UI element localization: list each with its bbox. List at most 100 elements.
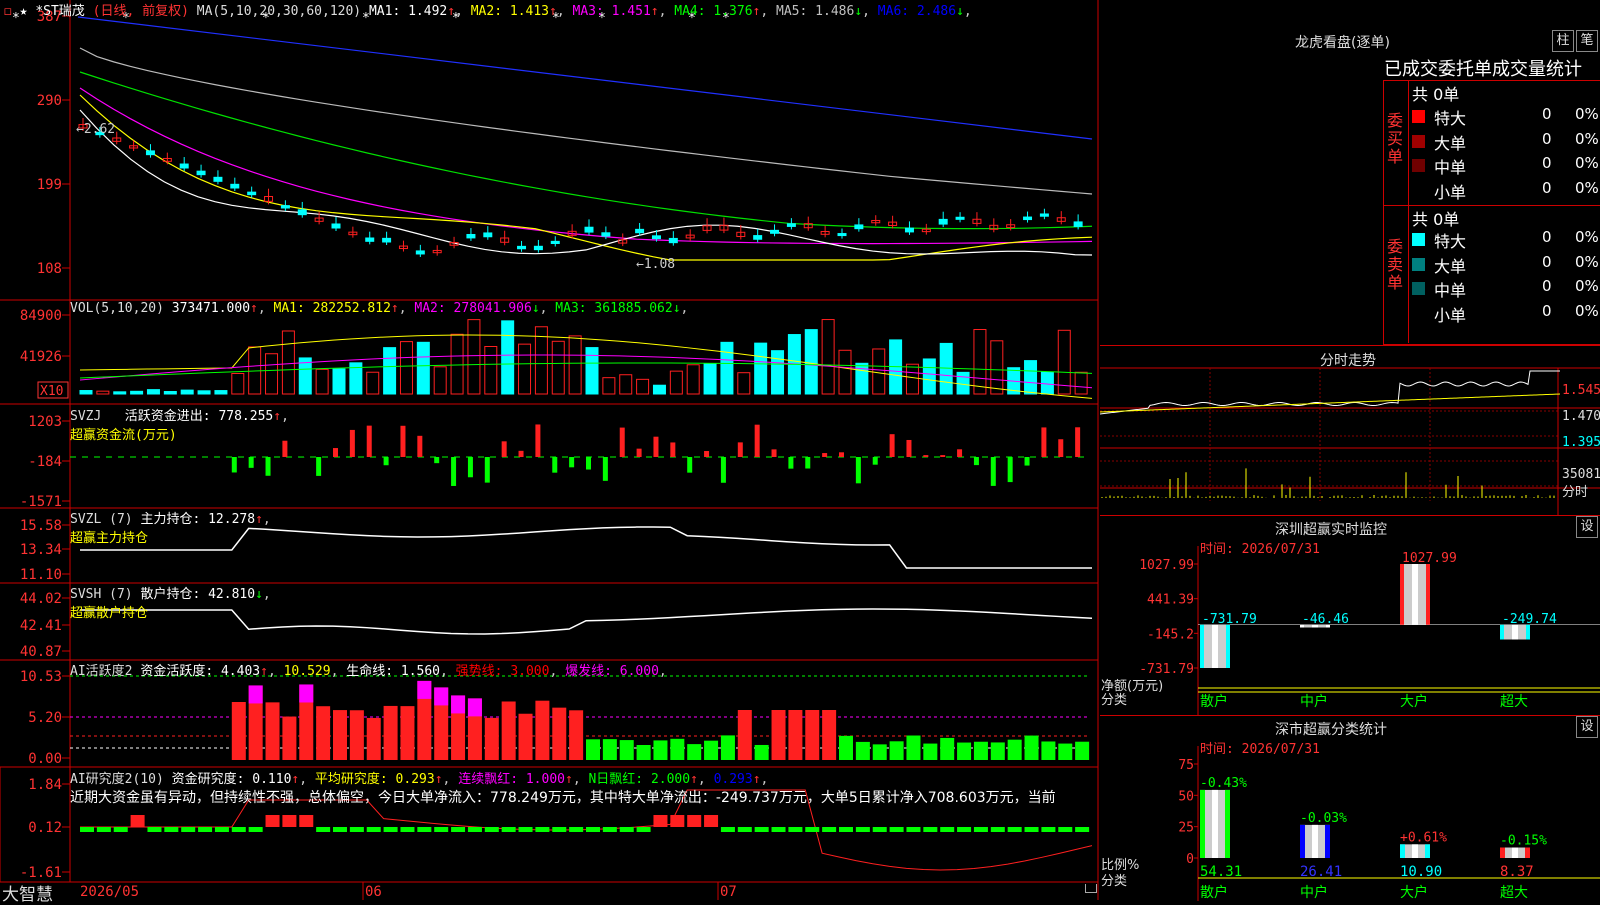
vol-value: 373471.000 (171, 301, 251, 316)
volume-bar (383, 347, 397, 395)
ai-research-bar (990, 827, 1005, 832)
ai-research-bar (1041, 827, 1056, 832)
ai-research-bar (704, 815, 719, 827)
order-size-label: 大单 (1434, 256, 1467, 276)
sz-class-bar-edge (1200, 789, 1205, 858)
sz-monitor-bar-edge (1226, 624, 1230, 668)
intraday-chart[interactable]: 1.545 1.470 1.395 35081 分时 (1100, 346, 1600, 516)
sz-monitor-category: 中户 (1300, 693, 1328, 710)
svsh-axis-label: 44.02 (20, 591, 62, 607)
sell-total: 共 0单 (1412, 210, 1460, 229)
ai-research-axis-label: 1.84 (28, 777, 62, 793)
sz-monitor-bar-label: -249.74 (1502, 612, 1557, 627)
svzj-bar (451, 457, 457, 486)
ai-research-axis-label: -1.61 (20, 865, 62, 881)
candle (837, 233, 847, 237)
svzj-bar (1024, 457, 1030, 466)
volume-bar (79, 390, 93, 395)
longhu-subtitle: 已成交委托单成交量统计 (1384, 59, 1582, 80)
svzj-bar (889, 434, 895, 457)
ai-research-value-arrow-icon: ↑ (564, 772, 573, 787)
volume-bar (804, 329, 818, 395)
volume-bar (518, 343, 532, 395)
bar-mode-button[interactable]: 柱 (1552, 30, 1574, 52)
ai-active-value-3: 生命线: 1.560 (346, 664, 441, 679)
ai-active-header: AI活跃度2 资金活跃度: 4.403↑, 10.529, 生命线: 1.560… (70, 660, 667, 679)
ai-active-bar (1024, 735, 1039, 760)
ai-active-bar (349, 710, 364, 760)
volume-bar (821, 319, 835, 395)
candle (466, 233, 476, 239)
intraday-vol-unit: 分时 (1562, 485, 1588, 500)
vol-ma-value-3: MA3: 361885.062 (555, 301, 673, 316)
volume-bar (180, 389, 194, 395)
ma-value-4: MA4: 1.376 (674, 4, 753, 19)
svzj-bar (366, 425, 372, 457)
svzj-bar (923, 455, 929, 457)
ai-research-bar (467, 827, 482, 832)
ai-active-axis-label: 5.20 (28, 710, 62, 726)
ma6-line (77, 16, 1093, 140)
sz-monitor-axis-label: 441.39 (1147, 593, 1194, 608)
ai-research-bar (248, 827, 263, 832)
sz-monitor-bar-edge (1200, 624, 1204, 668)
sz-class-value-label: 10.90 (1400, 864, 1442, 880)
order-count: 0 (1542, 129, 1552, 148)
candle (196, 170, 206, 176)
svzj-bar (973, 457, 979, 466)
svzj-bar (636, 448, 642, 457)
volume-bar (96, 390, 110, 395)
order-color-swatch (1412, 159, 1425, 172)
ai-active-bar (231, 702, 246, 760)
candle (854, 224, 864, 230)
sz-monitor-bar-edge (1500, 624, 1504, 640)
order-percent: 0% (1575, 178, 1599, 197)
price-header: ◻ ★ *ST瑞茂 (日线, 前复权) MA(5,10,20,30,60,120… (4, 0, 972, 19)
ai-research-bar (771, 827, 786, 832)
volume-bar (703, 363, 717, 395)
ai-active-bar (737, 710, 752, 760)
ai-active-bar (383, 705, 398, 760)
volume-bar (771, 350, 785, 395)
brand-logo: 大智慧 (2, 885, 53, 905)
sz-monitor-axis-label: 净额(万元) 分类 (1101, 679, 1164, 708)
ai-research-bar (552, 827, 567, 832)
intraday-section[interactable]: 分时走势 1.545 1.470 1.395 35081 分时 (1100, 345, 1600, 516)
svzj-bar (1075, 427, 1081, 457)
ai-research-bar (1007, 827, 1022, 832)
ai-research-bar (1058, 827, 1073, 832)
buy-total: 共 0单 (1412, 85, 1460, 104)
close-icon[interactable]: ◻ (4, 4, 12, 19)
ai-active-bar (855, 741, 870, 760)
ai-research-bar (484, 827, 499, 832)
sz-class-value-label: 8.37 (1500, 864, 1534, 880)
ma-values: MA1: 1.492↑, MA2: 1.413↑, MA3: 1.451↑, M… (368, 4, 972, 19)
ai-research-bar (451, 827, 466, 832)
ai-research-bar (855, 827, 870, 832)
lock-icon[interactable] (1085, 884, 1097, 893)
ai-active-bar-top (451, 695, 466, 714)
candle (1023, 216, 1033, 221)
ai-research-bar (518, 827, 533, 832)
ai-research-bar (906, 827, 921, 832)
candle (904, 227, 914, 233)
volume-bar (467, 319, 481, 395)
candle (483, 232, 493, 238)
high-annotation: ←2.62 (76, 122, 115, 137)
ma-label: MA(5,10,20,30,60,120) (196, 4, 362, 19)
vol-ma-value-2: MA2: 278041.906 (414, 301, 532, 316)
tick-mode-button[interactable]: 笔 (1576, 30, 1598, 52)
order-color-swatch (1412, 233, 1425, 246)
svsh-header: SVSH (7) 散户持仓: 42.810↓, 超赢散户持仓 (70, 587, 271, 621)
sz-monitor-axis-label: -731.79 (1139, 662, 1194, 677)
vol-axis-label: 41926 (20, 349, 62, 365)
svzj-value: 活跃资金进出: 778.255 (124, 409, 274, 424)
sz-class-axis-label: 75 (1178, 758, 1194, 773)
ai-active-bar (552, 707, 567, 760)
longhu-title: 龙虎看盘(逐单) (1295, 35, 1390, 51)
ai-active-bar (316, 706, 331, 760)
svzj-bar (467, 457, 473, 478)
kline-chart-svg[interactable]: 38729019910884900419261203-184-157115.58… (0, 0, 1100, 900)
kline-chart-area[interactable]: 387 290 199 108 84900 41926 1203 -184 -1571 15.58… (0, 0, 1100, 905)
order-percent: 0% (1575, 277, 1599, 295)
